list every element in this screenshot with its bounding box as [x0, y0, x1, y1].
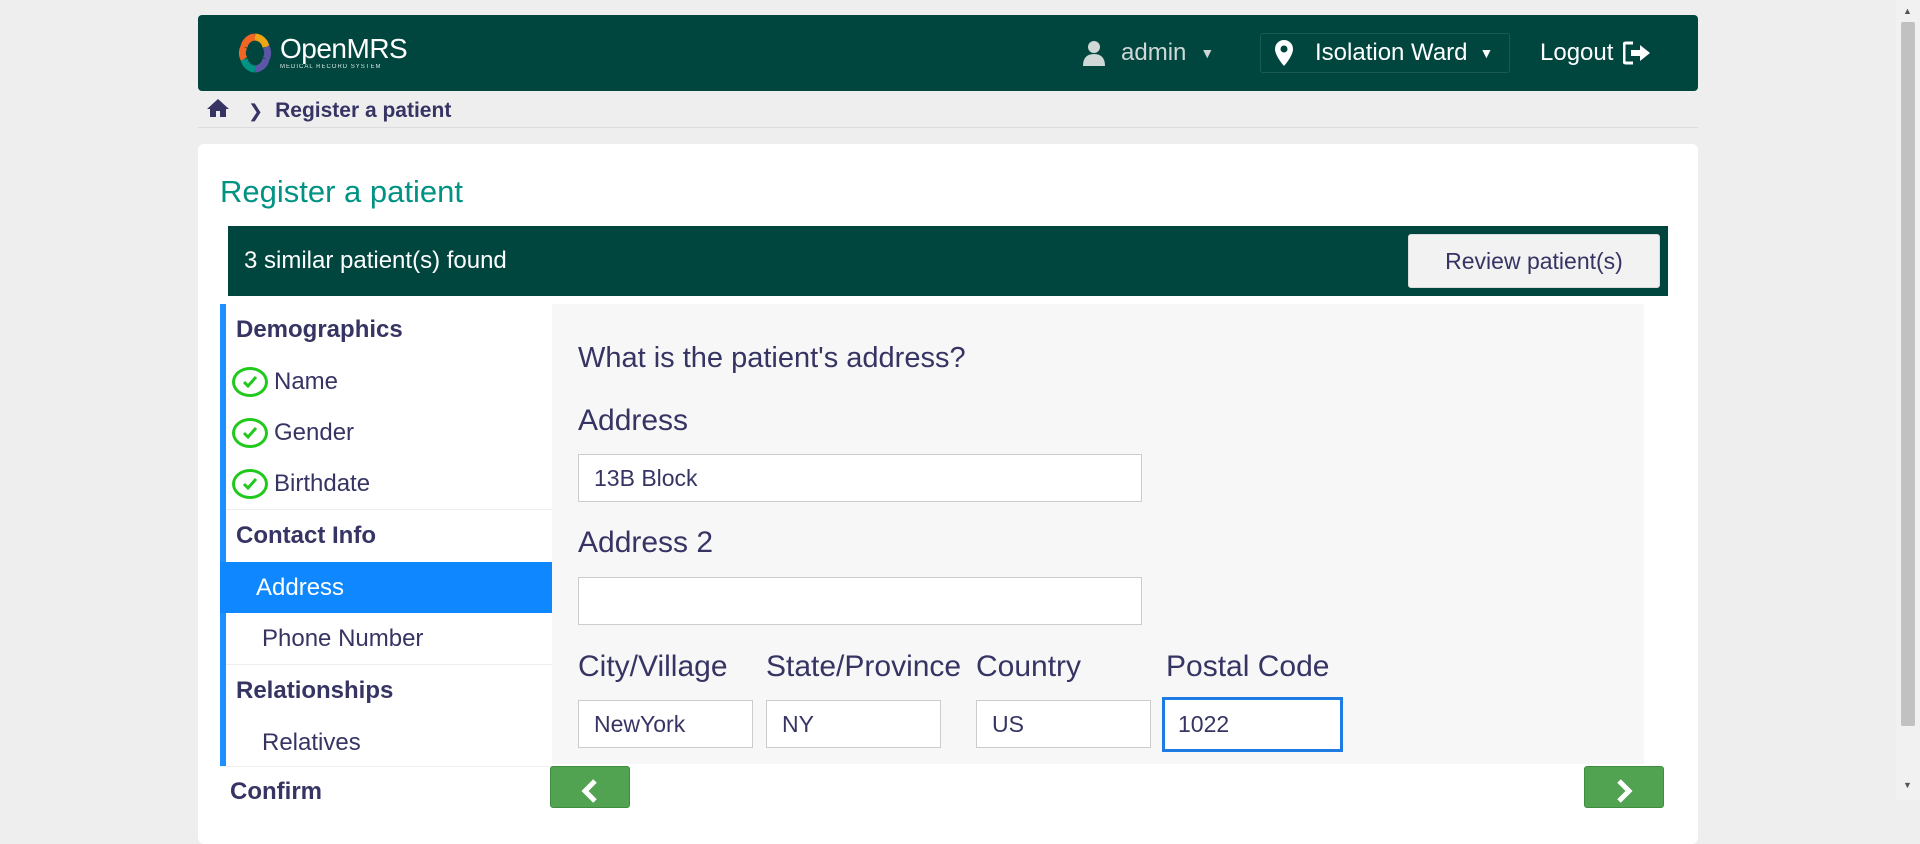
breadcrumb-current: Register a patient — [275, 99, 452, 122]
chevron-right-icon — [1617, 779, 1633, 803]
logout-link[interactable]: Logout — [1540, 35, 1651, 71]
home-icon[interactable] — [206, 98, 230, 124]
state-input[interactable] — [766, 700, 941, 748]
registration-steps-sidebar: Demographics Name Gender Birthdate Conta… — [220, 304, 566, 817]
next-button[interactable] — [1584, 766, 1664, 808]
country-label: Country — [976, 650, 1082, 683]
address-input[interactable] — [578, 454, 1142, 502]
chevron-left-icon — [581, 779, 597, 803]
scrollbar-thumb[interactable] — [1901, 22, 1915, 726]
address-label: Address — [578, 404, 689, 437]
step-relatives[interactable]: Relatives — [226, 717, 556, 768]
user-name: admin — [1121, 39, 1187, 66]
city-label: City/Village — [578, 650, 728, 683]
similar-patients-message: 3 similar patient(s) found — [244, 247, 507, 274]
postal-code-input[interactable] — [1162, 697, 1343, 752]
openmrs-logo-icon — [236, 33, 274, 73]
step-phone-number[interactable]: Phone Number — [226, 613, 556, 664]
address-form: What is the patient's address? Address A… — [552, 304, 1644, 764]
form-question: What is the patient's address? — [578, 342, 966, 374]
country-input[interactable] — [976, 700, 1151, 748]
scroll-up-icon[interactable]: ▲ — [1903, 6, 1912, 16]
step-label: Gender — [274, 418, 355, 446]
step-name[interactable]: Name — [226, 356, 556, 407]
state-label: State/Province — [766, 650, 962, 683]
chevron-down-icon: ▼ — [1200, 45, 1215, 61]
section-confirm[interactable]: Confirm — [220, 766, 566, 817]
user-icon — [1083, 41, 1105, 66]
divider — [198, 127, 1698, 128]
main-card: Register a patient 3 similar patient(s) … — [198, 144, 1698, 844]
step-label: Name — [274, 367, 339, 395]
check-circle-icon — [232, 417, 268, 448]
address2-input[interactable] — [578, 577, 1142, 625]
scroll-down-icon[interactable]: ▼ — [1903, 780, 1912, 790]
check-circle-icon — [232, 366, 268, 397]
section-demographics[interactable]: Demographics — [226, 304, 556, 356]
step-gender[interactable]: Gender — [226, 407, 556, 458]
review-patients-button[interactable]: Review patient(s) — [1408, 234, 1660, 288]
breadcrumb: ❯ Register a patient — [206, 98, 451, 124]
sign-out-icon — [1623, 41, 1651, 65]
city-input[interactable] — [578, 700, 753, 748]
logo-tagline: MEDICAL RECORD SYSTEM — [280, 64, 382, 70]
page-title: Register a patient — [220, 174, 463, 209]
address2-label: Address 2 — [578, 526, 714, 559]
similar-patients-banner: 3 similar patient(s) found Review patien… — [228, 226, 1668, 296]
section-relationships[interactable]: Relationships — [226, 664, 556, 717]
previous-button[interactable] — [550, 766, 630, 808]
check-circle-icon — [232, 468, 268, 499]
location-menu[interactable]: Isolation Ward ▼ — [1260, 33, 1510, 73]
logout-label: Logout — [1540, 39, 1614, 66]
postal-code-label: Postal Code — [1166, 650, 1330, 683]
top-navbar: OpenMRS MEDICAL RECORD SYSTEM admin ▼ Is… — [198, 15, 1698, 91]
section-contact-info[interactable]: Contact Info — [226, 509, 556, 562]
map-marker-icon — [1275, 40, 1293, 66]
page-scrollbar[interactable]: ▲ ▼ — [1896, 0, 1920, 800]
chevron-down-icon: ▼ — [1479, 45, 1494, 61]
user-menu[interactable]: admin ▼ — [1083, 35, 1214, 71]
step-birthdate[interactable]: Birthdate — [226, 458, 556, 509]
logo-name: OpenMRS — [280, 33, 408, 64]
step-label: Birthdate — [274, 469, 371, 497]
chevron-right-icon: ❯ — [248, 100, 264, 121]
openmrs-logo[interactable]: OpenMRS MEDICAL RECORD SYSTEM — [236, 33, 408, 73]
step-address[interactable]: Address — [220, 562, 556, 613]
location-name: Isolation Ward — [1315, 39, 1468, 66]
